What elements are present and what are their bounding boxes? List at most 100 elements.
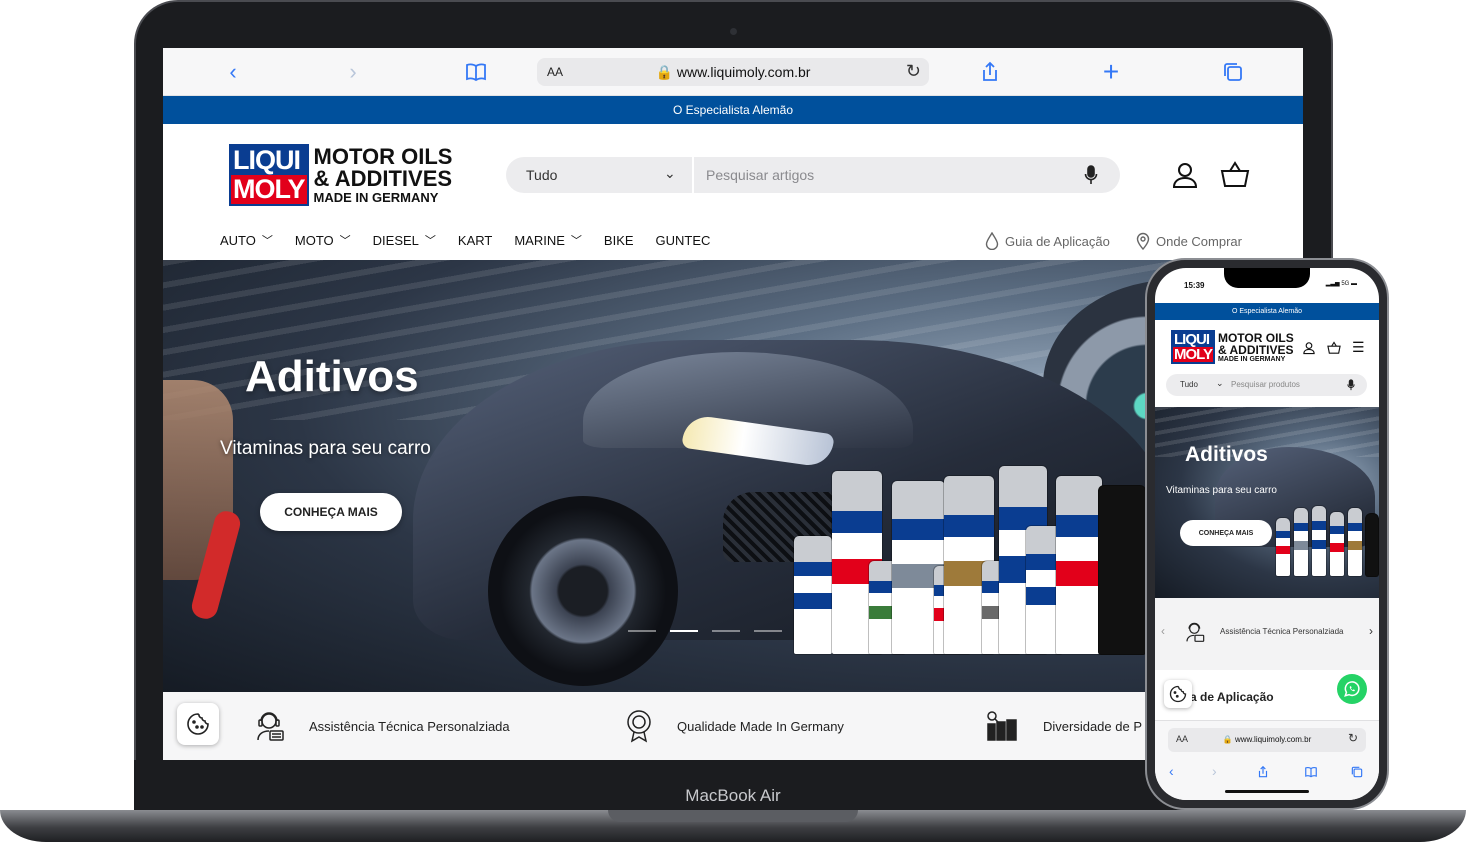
nav-item-guntec[interactable]: GUNTEC (656, 232, 711, 248)
phone-logo-tag3: MADE IN GERMANY (1217, 355, 1286, 363)
menu-icon[interactable]: ☰ (1352, 339, 1365, 356)
tabs-icon[interactable] (1221, 60, 1245, 84)
phone-site-logo[interactable]: LIQUI MOLY MOTOR OILS & ADDITIVES MADE I… (1171, 330, 1294, 364)
cookie-settings-button[interactable] (177, 703, 219, 745)
search-input[interactable] (706, 157, 1066, 193)
phone-cart-icon[interactable] (1327, 341, 1341, 355)
phone-tabs-icon[interactable] (1350, 765, 1364, 779)
phone-clock: 15:39 (1184, 281, 1205, 290)
nav-guide-label: Guia de Aplicação (1005, 233, 1110, 249)
chevron-left-icon[interactable]: ‹ (1161, 624, 1165, 638)
cart-icon[interactable] (1220, 160, 1250, 190)
phone-share-icon[interactable] (1256, 765, 1270, 779)
nav-link-where-to-buy[interactable]: Onde Comprar (1136, 232, 1242, 250)
chevron-down-icon[interactable]: ⌄ (1216, 378, 1224, 389)
hero-cta-button[interactable]: CONHEÇA MAIS (260, 493, 402, 531)
phone-account-icon[interactable] (1302, 341, 1316, 355)
reload-icon[interactable]: ↻ (906, 61, 921, 82)
nav-item-kart[interactable]: KART (458, 232, 492, 248)
phone-logo-tagline: MOTOR OILS & ADDITIVES MADE IN GERMANY (1218, 332, 1294, 363)
share-icon[interactable] (978, 60, 1002, 84)
phone-reload-icon[interactable]: ↻ (1348, 731, 1358, 745)
phone-search-bar[interactable]: Tudo ⌄ Pesquisar produtos (1166, 374, 1367, 396)
logo-tag2: & ADDITIVES (313, 166, 453, 191)
new-tab-icon[interactable]: + (1099, 58, 1123, 86)
chevron-down-icon: ﹀ (339, 235, 351, 247)
carousel-dot-active[interactable] (670, 630, 698, 632)
phone-feature-carousel: ‹ Assistência Técnica Personalziada › (1155, 598, 1379, 670)
laptop-camera (730, 28, 737, 35)
carousel-dot[interactable] (712, 630, 740, 632)
laptop-base-notch (608, 810, 858, 822)
site-logo[interactable]: LIQUI MOLY MOTOR OILS & ADDITIVES MADE I… (229, 144, 452, 206)
nav-label: GUNTEC (655, 232, 711, 248)
url-value: www.liquimoly.com.br (676, 64, 811, 80)
chevron-down-icon[interactable]: ⌄ (664, 165, 676, 182)
browser-toolbar: ‹ › AA 🔒 www.liquimoly.com.br ↻ + (163, 48, 1303, 96)
product-can (793, 535, 833, 655)
nav-item-auto[interactable]: AUTO ﹀ (220, 232, 273, 248)
chevron-right-icon[interactable]: › (1369, 624, 1373, 638)
nav-where-label: Onde Comprar (1156, 233, 1242, 249)
carousel-dot[interactable] (754, 630, 782, 632)
forward-icon[interactable]: › (341, 60, 365, 84)
search-bar: Tudo ⌄ (506, 157, 1120, 193)
phone-bookmarks-icon[interactable] (1303, 765, 1319, 779)
back-icon[interactable]: ‹ (221, 60, 245, 84)
url-text: 🔒 www.liquimoly.com.br (537, 64, 929, 81)
whatsapp-button[interactable] (1337, 674, 1367, 704)
location-pin-icon (1136, 232, 1150, 250)
phone-mic-icon[interactable] (1347, 379, 1355, 391)
phone-search-placeholder: Pesquisar produtos (1231, 380, 1300, 389)
bookmarks-icon[interactable] (464, 60, 488, 84)
account-icon[interactable] (1170, 160, 1200, 190)
nav-label: KART (457, 232, 493, 248)
drop-icon (985, 232, 999, 250)
phone-logo-tag2: & ADDITIVES (1217, 342, 1294, 357)
phone-back-icon[interactable]: ‹ (1169, 763, 1174, 779)
nav-item-bike[interactable]: BIKE (604, 232, 634, 248)
phone-hero-subtitle: Vitaminas para seu carro (1166, 485, 1277, 496)
search-category-select[interactable]: Tudo (526, 167, 557, 183)
nav-item-marine[interactable]: MARINE ﹀ (514, 232, 582, 248)
phone-address-bar[interactable]: AA 🔒 www.liquimoly.com.br ↻ (1168, 728, 1366, 752)
logo-tagline: MOTOR OILS & ADDITIVES MADE IN GERMANY (313, 144, 453, 205)
whatsapp-icon (1344, 681, 1360, 697)
search-divider (692, 157, 694, 193)
logo-tag3: MADE IN GERMANY (313, 190, 439, 205)
phone-hero-title: Aditivos (1185, 443, 1268, 466)
product-bottle (1098, 485, 1146, 655)
phone-screen: 15:39 ▂▃▅ 5G ▬ O Especialista Alemão LIQ… (1155, 268, 1379, 800)
nav-item-moto[interactable]: MOTO ﹀ (295, 232, 351, 248)
phone-announcement-bar: O Especialista Alemão (1155, 303, 1379, 320)
phone-cookie-settings-button[interactable] (1164, 680, 1192, 708)
hero-product-cans (793, 450, 1153, 655)
phone-hero-banner: Aditivos Vitaminas para seu carro CONHEÇ… (1155, 407, 1379, 598)
phone-search-category[interactable]: Tudo (1180, 380, 1198, 389)
nav-link-guide[interactable]: Guia de Aplicação (985, 232, 1110, 250)
phone-forward-icon[interactable]: › (1212, 763, 1217, 779)
nav-item-diesel[interactable]: DIESEL ﹀ (373, 232, 436, 248)
phone-logo-tag1: MOTOR OILS (1217, 330, 1294, 345)
nav-label: AUTO (220, 232, 256, 248)
feature-label: Qualidade Made In Germany (677, 718, 844, 734)
mic-icon[interactable] (1084, 165, 1098, 185)
logo-tag1: MOTOR OILS (313, 144, 453, 169)
feature-item-support: Assistência Técnica Personalziada (255, 692, 510, 760)
carousel-dot[interactable] (628, 630, 656, 632)
feature-label: Diversidade de P (1043, 718, 1142, 734)
product-range-icon (987, 711, 1017, 741)
phone-guide-heading: a de Aplicação (1190, 690, 1274, 704)
address-bar[interactable]: AA 🔒 www.liquimoly.com.br ↻ (537, 58, 929, 86)
phone-url-text: 🔒 www.liquimoly.com.br (1222, 735, 1312, 744)
logo-badge: LIQUI MOLY (229, 144, 309, 206)
product-can (1055, 475, 1103, 655)
phone-hero-cta-button[interactable]: CONHEÇA MAIS (1180, 520, 1272, 546)
feature-item-quality: Qualidade Made In Germany (625, 692, 844, 760)
quality-seal-icon (627, 710, 651, 743)
main-nav: AUTO ﹀ MOTO ﹀ DIESEL ﹀ KART MARINE ﹀ BIKE GU… (220, 232, 732, 248)
support-agent-icon (257, 712, 284, 741)
logo-line2: MOLY (231, 174, 307, 204)
chevron-down-icon: ﹀ (424, 235, 436, 247)
nav-label: MARINE (514, 232, 565, 248)
